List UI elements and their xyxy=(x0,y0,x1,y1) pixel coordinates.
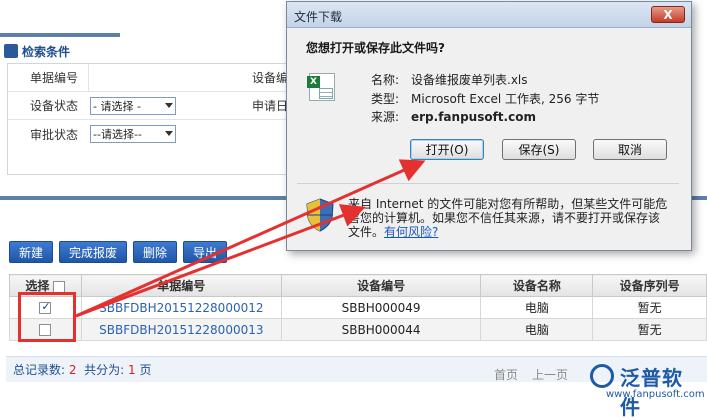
risk-link[interactable]: 有何风险? xyxy=(384,225,438,239)
total-count: 2 xyxy=(68,363,77,377)
brand-url: www.fanpusoft.com xyxy=(606,389,705,400)
apply-date-label: 申请日 xyxy=(252,99,289,113)
col-device-no[interactable]: 设备编号 xyxy=(280,274,482,297)
export-button[interactable]: 导出 xyxy=(183,241,228,263)
device-no-cell: SBBH000049 xyxy=(280,296,482,319)
file-source-value: erp.fanpusoft.com xyxy=(411,110,536,124)
pages-unit: 页 xyxy=(139,363,152,377)
select-all-checkbox[interactable] xyxy=(53,280,66,293)
table-row: SBBFDBH20151228000013 SBBH000044 电脑 暂无 xyxy=(9,318,707,341)
brand-logo-icon xyxy=(590,364,614,388)
approval-status-select[interactable]: --请选择-- xyxy=(90,125,176,143)
device-no-cell: SBBH000044 xyxy=(280,318,482,341)
complete-scrap-button[interactable]: 完成报废 xyxy=(59,241,128,263)
file-name-label: 名称: xyxy=(371,73,400,87)
pager: 首页 上一页 xyxy=(494,366,568,383)
search-section-icon xyxy=(4,44,18,58)
device-status-select[interactable]: - 请选择 - xyxy=(90,96,176,115)
checkbox-highlight-box xyxy=(18,292,76,342)
toolbar: 新建 完成报废 删除 导出 xyxy=(9,241,228,263)
device-status-label: 设备状态 xyxy=(30,99,79,113)
col-select-label: 选择 xyxy=(25,279,50,293)
first-page-link[interactable]: 首页 xyxy=(494,366,518,383)
open-button[interactable]: 打开(O) xyxy=(410,139,484,160)
file-source-label: 来源: xyxy=(371,110,400,124)
dialog-separator xyxy=(297,183,679,184)
file-download-dialog: 文件下载 X 您想打开或保存此文件吗? X 名称: 设备维报废单列表.xls 类型… xyxy=(286,1,692,251)
data-table: 选择 单据编号 设备编号 设备名称 设备序列号 SBBFDBH201512280… xyxy=(9,274,707,341)
excel-badge-icon: X xyxy=(307,76,320,88)
device-name-cell: 电脑 xyxy=(480,296,594,319)
total-label: 总记录数: xyxy=(13,363,66,377)
close-button[interactable]: X xyxy=(651,6,685,23)
search-form: 单据编号 设备编 设备状态 - 请选择 - 申请日 审批状态 --请选择-- xyxy=(7,63,297,175)
brand-watermark: 泛普软件 www.fanpusoft.com xyxy=(590,362,705,419)
form-row-approval-status: 审批状态 --请选择-- xyxy=(8,120,297,148)
table-row: SBBFDBH20151228000012 SBBH000049 电脑 暂无 xyxy=(9,296,707,319)
cancel-button[interactable]: 取消 xyxy=(593,139,667,160)
security-warning: 来自 Internet 的文件可能对您有所帮助，但某些文件可能危害您的计算机。如… xyxy=(348,197,668,239)
form-row-device-status: 设备状态 - 请选择 - 申请日 xyxy=(8,92,297,120)
col-doc-no[interactable]: 单据编号 xyxy=(80,274,282,297)
save-button[interactable]: 保存(S) xyxy=(502,139,576,160)
file-type-value: Microsoft Excel 工作表, 256 字节 xyxy=(411,92,600,106)
device-status-value: - 请选择 - xyxy=(93,99,141,113)
doc-no-link[interactable]: SBBFDBH20151228000013 xyxy=(80,318,282,341)
prev-page-link[interactable]: 上一页 xyxy=(532,366,568,383)
delete-button[interactable]: 删除 xyxy=(133,241,178,263)
col-device-name[interactable]: 设备名称 xyxy=(480,274,594,297)
chevron-down-icon xyxy=(165,131,173,136)
new-button[interactable]: 新建 xyxy=(9,241,54,263)
approval-status-value: --请选择-- xyxy=(93,128,142,141)
search-panel-title: 检索条件 xyxy=(22,44,71,59)
file-type-label: 类型: xyxy=(371,92,400,106)
search-panel-header: 检索条件 xyxy=(0,41,300,61)
dialog-titlebar[interactable]: 文件下载 X xyxy=(287,2,691,28)
sheet-grid-icon xyxy=(319,88,333,99)
record-summary: 总记录数: 2 共分为: 1 页 xyxy=(13,361,152,378)
excel-file-icon: X xyxy=(307,73,335,101)
device-no-label: 设备编 xyxy=(252,71,289,85)
file-name-value: 设备维报废单列表.xls xyxy=(411,73,528,87)
device-name-cell: 电脑 xyxy=(480,318,594,341)
form-row-doc-no: 单据编号 设备编 xyxy=(8,63,297,92)
dialog-question: 您想打开或保存此文件吗? xyxy=(306,41,445,55)
chevron-down-icon xyxy=(165,102,173,108)
pages-label: 共分为: xyxy=(84,363,125,377)
doc-no-label: 单据编号 xyxy=(30,71,79,85)
section-bar xyxy=(0,33,120,37)
approval-status-label: 审批状态 xyxy=(30,127,79,142)
file-name-row: 名称: 设备维报废单列表.xls xyxy=(371,71,528,88)
page-count: 1 xyxy=(128,363,136,377)
file-source-row: 来源: erp.fanpusoft.com xyxy=(371,108,536,125)
table-header-row: 选择 单据编号 设备编号 设备名称 设备序列号 xyxy=(9,274,707,297)
doc-no-link[interactable]: SBBFDBH20151228000012 xyxy=(80,296,282,319)
dialog-title: 文件下载 xyxy=(294,10,343,24)
serial-cell: 暂无 xyxy=(592,296,707,319)
file-type-row: 类型: Microsoft Excel 工作表, 256 字节 xyxy=(371,90,599,107)
serial-cell: 暂无 xyxy=(592,318,707,341)
col-serial[interactable]: 设备序列号 xyxy=(592,274,707,297)
shield-icon xyxy=(306,198,334,232)
